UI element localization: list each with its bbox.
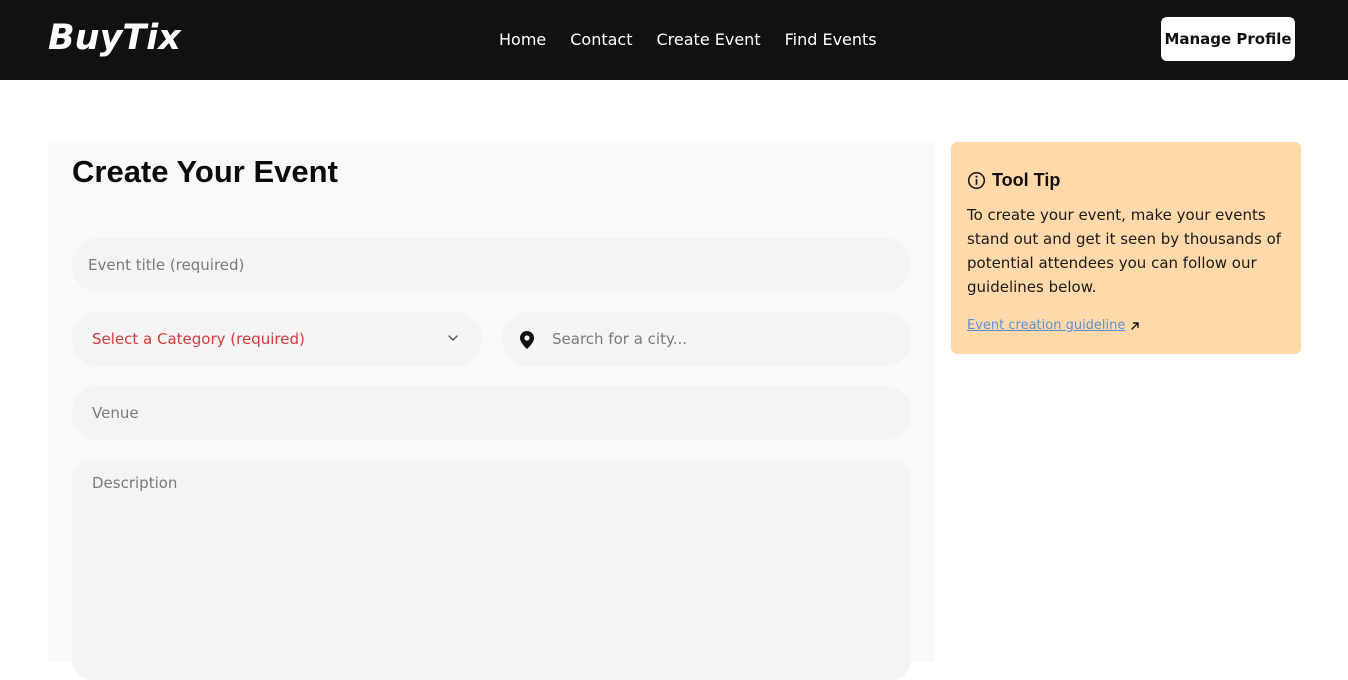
city-search (502, 312, 911, 366)
city-search-input[interactable] (544, 312, 899, 366)
nav-home[interactable]: Home (499, 30, 546, 49)
category-select[interactable]: Select a Category (required) (72, 312, 482, 366)
external-link-icon (1131, 321, 1140, 330)
info-icon (967, 171, 986, 190)
guideline-link-row: Event creation guideline (967, 318, 1141, 333)
location-pin-icon (520, 331, 534, 349)
tool-tip-title: Tool Tip (992, 170, 1061, 190)
chevron-down-icon (448, 335, 458, 341)
nav-contact[interactable]: Contact (570, 30, 632, 49)
page-title: Create Your Event (72, 154, 338, 189)
description-textarea[interactable] (72, 460, 911, 680)
main-nav: Home Contact Create Event Find Events (499, 30, 877, 49)
event-creation-guideline-link[interactable]: Event creation guideline (967, 318, 1125, 333)
tool-tip-card: Tool Tip To create your event, make your… (951, 142, 1301, 354)
category-select-label: Select a Category (required) (92, 330, 305, 348)
create-event-form: Create Your Event Select a Category (req… (48, 142, 935, 680)
buytix-logo[interactable]: BuyTix (48, 18, 181, 58)
tool-tip-header: Tool Tip (967, 170, 1060, 191)
manage-profile-button[interactable]: Manage Profile (1161, 17, 1295, 61)
top-navbar: BuyTix Home Contact Create Event Find Ev… (0, 0, 1348, 80)
venue-input[interactable] (72, 386, 911, 440)
tool-tip-body: To create your event, make your events s… (967, 206, 1282, 296)
nav-create-event[interactable]: Create Event (657, 30, 761, 49)
event-title-input[interactable] (72, 238, 911, 292)
nav-find-events[interactable]: Find Events (785, 30, 877, 49)
